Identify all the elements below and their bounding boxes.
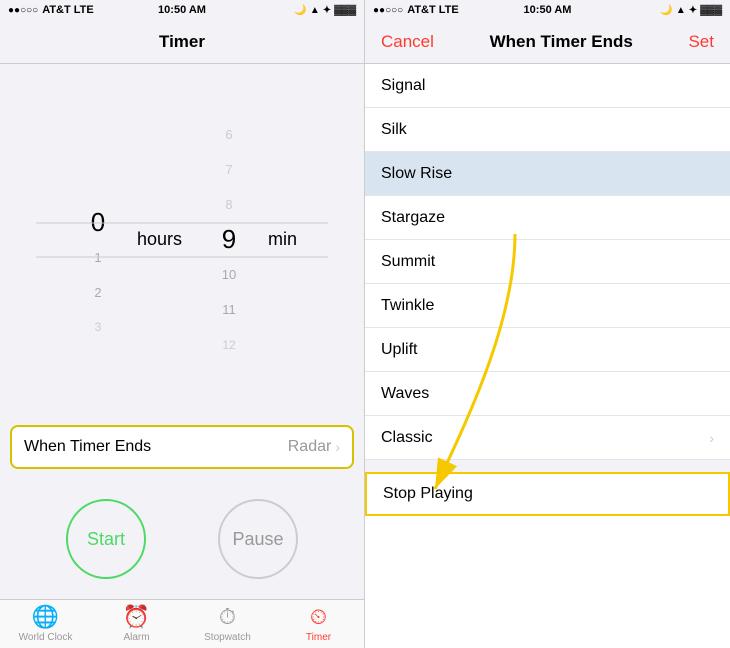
list-separator xyxy=(365,460,730,472)
picker-item: 12 xyxy=(194,327,264,362)
tab-world-clock-label: World Clock xyxy=(19,632,73,643)
tone-label: Summit xyxy=(381,253,435,271)
stop-playing-label: Stop Playing xyxy=(383,485,473,503)
tone-label: Slow Rise xyxy=(381,165,452,183)
tone-label: Signal xyxy=(381,77,425,95)
picker-item: 8 xyxy=(194,187,264,222)
location-icon: ▲ xyxy=(310,5,320,16)
picker-item: 2 xyxy=(63,275,133,310)
when-timer-current: Radar xyxy=(288,438,332,456)
tone-silk[interactable]: Silk xyxy=(365,108,730,152)
chevron-right-icon: › xyxy=(709,430,714,446)
picker-columns[interactable]: 0 1 2 3 hours 6 7 8 9 10 11 12 min xyxy=(63,117,301,362)
tone-signal[interactable]: Signal xyxy=(365,64,730,108)
picker-item xyxy=(63,135,133,170)
set-button[interactable]: Set xyxy=(688,32,714,52)
left-nav-title: Timer xyxy=(159,32,205,52)
picker-item: 1 xyxy=(63,240,133,275)
left-time: 10:50 AM xyxy=(158,4,206,16)
tone-label: Stargaze xyxy=(381,209,445,227)
right-bluetooth-icon: ✦ xyxy=(689,5,697,16)
picker-item: 10 xyxy=(194,257,264,292)
when-timer-ends-row[interactable]: When Timer Ends Radar › xyxy=(10,425,354,469)
tab-bar: 🌐 World Clock ⏰ Alarm ⏱ Stopwatch ⏲ Time… xyxy=(0,599,364,648)
picker-area[interactable]: 0 1 2 3 hours 6 7 8 9 10 11 12 min xyxy=(0,64,364,415)
tone-slow-rise[interactable]: Slow Rise xyxy=(365,152,730,196)
ringtone-list: Signal Silk Slow Rise Stargaze Summit Tw… xyxy=(365,64,730,648)
picker-item: 7 xyxy=(194,152,264,187)
minutes-label: min xyxy=(264,222,301,257)
picker-item: 11 xyxy=(194,292,264,327)
picker-item-selected: 9 xyxy=(194,222,264,257)
moon-icon: 🌙 xyxy=(294,5,306,16)
right-location-icon: ▲ xyxy=(676,5,686,16)
chevron-right-icon: › xyxy=(335,439,340,455)
picker-item xyxy=(63,170,133,205)
globe-icon: 🌐 xyxy=(32,604,59,630)
alarm-icon: ⏰ xyxy=(123,604,150,630)
right-status-bar: ●●○○○ AT&T LTE 10:50 AM 🌙 ▲ ✦ ▓▓▓ xyxy=(365,0,730,20)
when-timer-label: When Timer Ends xyxy=(24,438,151,456)
right-carrier: ●●○○○ AT&T LTE xyxy=(373,4,459,16)
right-nav-title: When Timer Ends xyxy=(490,32,633,52)
right-moon-icon: 🌙 xyxy=(660,5,672,16)
carrier-name: AT&T LTE xyxy=(42,4,94,16)
picker-item: 6 xyxy=(194,117,264,152)
right-status-icons: 🌙 ▲ ✦ ▓▓▓ xyxy=(660,5,722,16)
when-timer-value: Radar › xyxy=(288,438,340,456)
left-carrier: ●●○○○ AT&T LTE xyxy=(8,4,94,16)
signal-dots: ●●○○○ xyxy=(8,5,38,16)
right-signal-dots: ●●○○○ xyxy=(373,5,403,16)
hours-column[interactable]: 0 1 2 3 xyxy=(63,135,133,345)
right-battery-icon: ▓▓▓ xyxy=(700,5,722,16)
bluetooth-icon: ✦ xyxy=(323,5,331,16)
tab-alarm[interactable]: ⏰ Alarm xyxy=(91,604,182,643)
pause-button[interactable]: Pause xyxy=(218,499,298,579)
tab-alarm-label: Alarm xyxy=(123,632,149,643)
tone-twinkle[interactable]: Twinkle xyxy=(365,284,730,328)
right-panel: ●●○○○ AT&T LTE 10:50 AM 🌙 ▲ ✦ ▓▓▓ Cancel… xyxy=(365,0,730,648)
tone-label: Waves xyxy=(381,385,429,403)
picker-wrapper[interactable]: 0 1 2 3 hours 6 7 8 9 10 11 12 min xyxy=(0,112,364,367)
picker-item-selected: 0 xyxy=(63,205,133,240)
right-time: 10:50 AM xyxy=(524,4,572,16)
start-button[interactable]: Start xyxy=(66,499,146,579)
stopwatch-icon: ⏱ xyxy=(219,604,236,630)
tab-world-clock[interactable]: 🌐 World Clock xyxy=(0,604,91,643)
timer-buttons: Start Pause xyxy=(0,479,364,599)
minutes-column[interactable]: 6 7 8 9 10 11 12 xyxy=(194,117,264,362)
left-status-bar: ●●○○○ AT&T LTE 10:50 AM 🌙 ▲ ✦ ▓▓▓ xyxy=(0,0,364,20)
tone-uplift[interactable]: Uplift xyxy=(365,328,730,372)
timer-icon: ⏲ xyxy=(310,604,327,630)
tone-label: Classic xyxy=(381,429,433,447)
battery-icon: ▓▓▓ xyxy=(334,5,356,16)
tone-waves[interactable]: Waves xyxy=(365,372,730,416)
tone-stargaze[interactable]: Stargaze xyxy=(365,196,730,240)
left-panel: ●●○○○ AT&T LTE 10:50 AM 🌙 ▲ ✦ ▓▓▓ Timer … xyxy=(0,0,365,648)
tone-label: Uplift xyxy=(381,341,417,359)
tone-summit[interactable]: Summit xyxy=(365,240,730,284)
right-carrier-name: AT&T LTE xyxy=(407,4,459,16)
tone-label: Twinkle xyxy=(381,297,434,315)
tab-timer-label: Timer xyxy=(306,632,331,643)
stop-playing-item[interactable]: Stop Playing xyxy=(365,472,730,516)
hours-label: hours xyxy=(133,222,186,257)
tone-classic[interactable]: Classic › xyxy=(365,416,730,460)
tone-label: Silk xyxy=(381,121,407,139)
cancel-button[interactable]: Cancel xyxy=(381,32,434,52)
left-status-icons: 🌙 ▲ ✦ ▓▓▓ xyxy=(294,5,356,16)
picker-item: 3 xyxy=(63,310,133,345)
tab-stopwatch[interactable]: ⏱ Stopwatch xyxy=(182,604,273,643)
right-nav-bar: Cancel When Timer Ends Set xyxy=(365,20,730,64)
tab-stopwatch-label: Stopwatch xyxy=(204,632,251,643)
left-nav-bar: Timer xyxy=(0,20,364,64)
tab-timer[interactable]: ⏲ Timer xyxy=(273,604,364,643)
